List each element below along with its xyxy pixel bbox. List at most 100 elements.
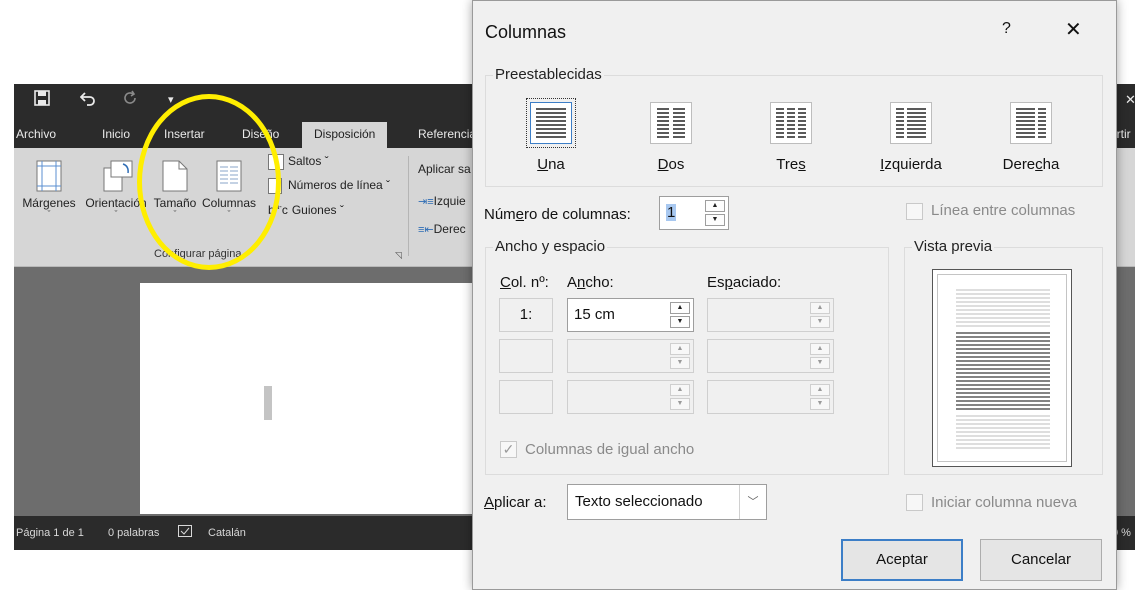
spin-down-icon: ▼ bbox=[670, 357, 690, 369]
spacing-spin: ▲ ▼ bbox=[810, 384, 830, 410]
spacing-spin: ▲ ▼ bbox=[810, 302, 830, 328]
hyphenation-button[interactable]: ba-c Guiones ˇ bbox=[268, 202, 344, 217]
redo-icon[interactable] bbox=[122, 90, 138, 110]
indent-right-icon: ≡⇤ bbox=[418, 224, 434, 236]
width-stepper[interactable]: 15 cm ▲ ▼ bbox=[567, 298, 694, 332]
page-setup-launcher-icon[interactable]: ◹ bbox=[395, 250, 402, 261]
num-columns-label: Número de columnas: bbox=[484, 206, 631, 223]
breaks-label: Saltos ˇ bbox=[288, 154, 329, 169]
col-number-cell bbox=[499, 339, 553, 373]
preview-label: Vista previa bbox=[912, 238, 995, 255]
preset-three-button[interactable]: Tres bbox=[751, 102, 831, 173]
spin-up-icon[interactable]: ▲ bbox=[670, 302, 690, 314]
close-window-icon[interactable]: ✕ bbox=[1125, 92, 1135, 108]
width-header: Ancho: bbox=[567, 274, 614, 291]
tab-disposicion[interactable]: Disposición bbox=[302, 122, 388, 148]
cancel-button[interactable]: Cancelar bbox=[980, 539, 1102, 581]
indent-right-label: Derec bbox=[433, 222, 466, 236]
preset-three-icon bbox=[770, 102, 812, 144]
apply-to-ribbon-label: Aplicar sa bbox=[418, 162, 471, 176]
preset-right-icon bbox=[1010, 102, 1052, 144]
language-status[interactable]: Catalán bbox=[208, 527, 246, 539]
line-between-label: Línea entre columnas bbox=[931, 202, 1076, 219]
equal-width-checkbox: ✓ bbox=[500, 441, 517, 458]
start-new-column-checkbox[interactable] bbox=[906, 494, 923, 511]
spin-down-icon: ▼ bbox=[670, 398, 690, 410]
ok-button[interactable]: Aceptar bbox=[841, 539, 963, 581]
chevron-down-icon[interactable]: ﹀ bbox=[739, 485, 766, 519]
document-page[interactable] bbox=[140, 283, 480, 514]
preset-left-button[interactable]: Izquierda bbox=[871, 102, 951, 173]
apply-to-label: Aplicar a: bbox=[484, 494, 547, 511]
text-cursor bbox=[264, 386, 272, 420]
undo-icon[interactable] bbox=[79, 90, 96, 110]
width-spin: ▲ ▼ bbox=[670, 343, 690, 369]
help-button[interactable]: ? bbox=[1002, 20, 1011, 38]
preset-left-label: Izquierda bbox=[880, 156, 942, 173]
margins-icon bbox=[36, 160, 62, 192]
col-number-cell bbox=[499, 380, 553, 414]
preset-right-button[interactable]: Derecha bbox=[991, 102, 1071, 173]
margins-label: Márgenes bbox=[22, 196, 76, 210]
line-numbers-button[interactable]: Números de línea ˇ bbox=[268, 178, 390, 194]
tab-inicio[interactable]: Inicio bbox=[102, 127, 130, 141]
orientation-icon bbox=[103, 160, 133, 192]
spin-down-icon: ▼ bbox=[810, 316, 830, 328]
spacing-stepper: ▲ ▼ bbox=[707, 298, 834, 332]
preset-one-button[interactable]: Una bbox=[511, 98, 591, 173]
preset-three-label: Tres bbox=[776, 156, 806, 173]
indent-left-label: Izquie bbox=[433, 194, 466, 208]
equal-width-label: Columnas de igual ancho bbox=[525, 441, 695, 458]
presets-label: Preestablecidas bbox=[493, 66, 604, 83]
preset-right-label: Derecha bbox=[1002, 156, 1060, 173]
page-count[interactable]: Página 1 de 1 bbox=[16, 527, 84, 539]
spin-up-icon: ▲ bbox=[810, 384, 830, 396]
spin-down-icon[interactable]: ▼ bbox=[705, 214, 725, 226]
word-count[interactable]: 0 palabras bbox=[108, 527, 159, 539]
preview-content bbox=[937, 274, 1067, 462]
preset-two-label: Dos bbox=[657, 156, 685, 173]
preview-page bbox=[932, 269, 1072, 467]
columns-dialog: Columnas ? ✕ Preestablecidas Una Dos Tre… bbox=[472, 0, 1117, 590]
margins-dropdown-icon: ˇ bbox=[47, 209, 51, 219]
width-value: 15 cm bbox=[574, 306, 615, 323]
spacing-spin: ▲ ▼ bbox=[810, 343, 830, 369]
indent-left-field[interactable]: ⇥≡Izquie bbox=[418, 194, 466, 208]
save-icon[interactable] bbox=[34, 90, 50, 110]
group-separator bbox=[408, 156, 409, 256]
num-columns-spin: ▲ ▼ bbox=[705, 200, 725, 226]
preset-two-icon bbox=[650, 102, 692, 144]
margins-button[interactable]: Márgenes ˇ bbox=[18, 160, 80, 219]
spin-down-icon: ▼ bbox=[810, 398, 830, 410]
spin-up-icon: ▲ bbox=[810, 302, 830, 314]
preset-left-icon bbox=[890, 102, 932, 144]
apply-to-value: Texto seleccionado bbox=[575, 493, 703, 510]
apply-to-select[interactable]: Texto seleccionado ﹀ bbox=[567, 484, 767, 520]
width-spin: ▲ ▼ bbox=[670, 384, 690, 410]
spin-down-icon[interactable]: ▼ bbox=[670, 316, 690, 328]
dialog-title: Columnas bbox=[485, 22, 567, 42]
tab-archivo[interactable]: Archivo bbox=[16, 127, 56, 141]
preset-one-label: Una bbox=[537, 156, 565, 173]
preset-one-icon bbox=[526, 98, 576, 148]
num-columns-stepper[interactable]: 1 ▲ ▼ bbox=[659, 196, 729, 230]
tab-referencias[interactable]: Referencia bbox=[418, 127, 476, 141]
width-spacing-label: Ancho y espacio bbox=[493, 238, 608, 255]
line-between-checkbox[interactable] bbox=[906, 203, 923, 220]
customize-qat-icon[interactable]: ▾ bbox=[168, 93, 174, 106]
width-stepper: ▲ ▼ bbox=[567, 380, 694, 414]
close-icon[interactable]: ✕ bbox=[1065, 17, 1082, 42]
width-spin: ▲ ▼ bbox=[670, 302, 690, 328]
line-numbers-label: Números de línea ˇ bbox=[288, 178, 391, 193]
spin-up-icon[interactable]: ▲ bbox=[705, 200, 725, 212]
indent-left-icon: ⇥≡ bbox=[418, 196, 434, 208]
spacing-header: Espaciado: bbox=[707, 274, 782, 291]
spin-down-icon: ▼ bbox=[810, 357, 830, 369]
spin-up-icon: ▲ bbox=[670, 384, 690, 396]
proofing-icon[interactable] bbox=[178, 525, 192, 540]
spacing-stepper: ▲ ▼ bbox=[707, 380, 834, 414]
preset-two-button[interactable]: Dos bbox=[631, 102, 711, 173]
indent-right-field[interactable]: ≡⇤Derec bbox=[418, 222, 466, 236]
col-number-cell: 1: bbox=[499, 298, 553, 332]
spin-up-icon: ▲ bbox=[670, 343, 690, 355]
